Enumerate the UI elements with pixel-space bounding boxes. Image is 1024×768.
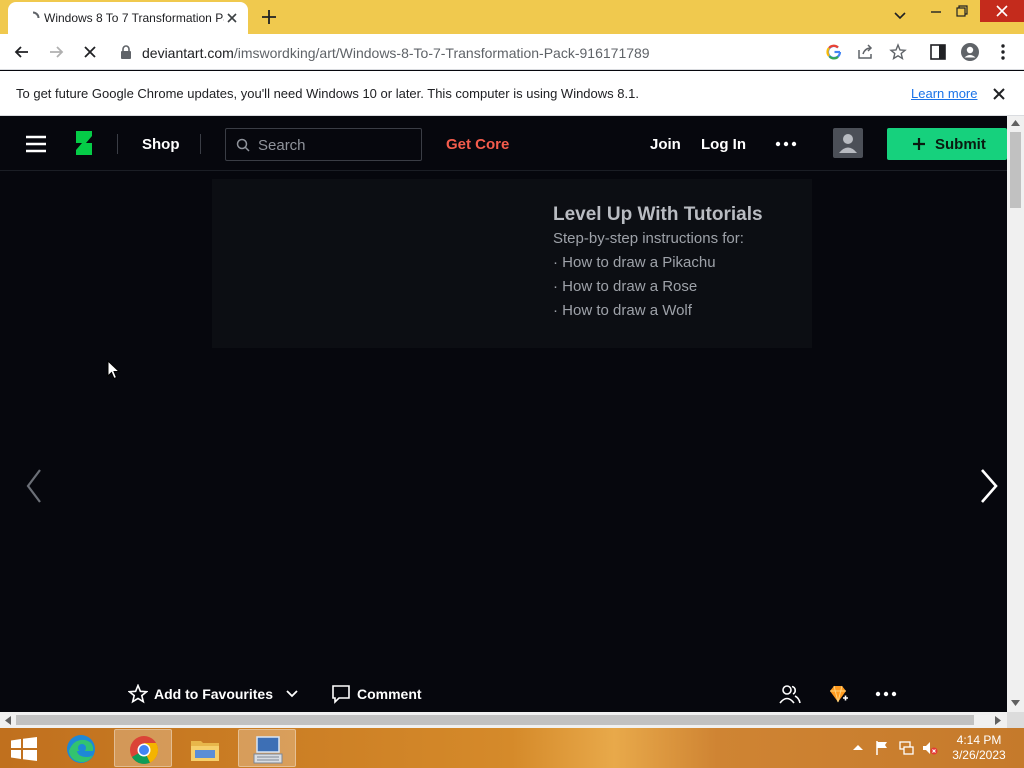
keyboard-monitor-icon bbox=[253, 736, 283, 764]
ad-title: Level Up With Tutorials bbox=[553, 204, 763, 225]
scroll-right-arrow-icon[interactable] bbox=[995, 716, 1001, 725]
chrome-browser-icon bbox=[130, 736, 158, 764]
search-icon bbox=[236, 138, 250, 152]
profile-icon[interactable] bbox=[960, 42, 980, 62]
clock-date: 3/26/2023 bbox=[952, 748, 1006, 762]
windows-start-icon[interactable] bbox=[10, 737, 38, 761]
taskbar-file-explorer[interactable] bbox=[176, 729, 234, 767]
taskbar-edge[interactable] bbox=[52, 729, 110, 767]
infobar-close-icon[interactable] bbox=[990, 85, 1008, 103]
deviantart-header: Shop Get Core Join Log In S bbox=[0, 116, 1007, 171]
system-clock[interactable]: 4:14 PM 3/26/2023 bbox=[948, 733, 1010, 763]
window-close-icon bbox=[996, 5, 1008, 17]
minimize-icon[interactable] bbox=[924, 2, 948, 22]
tab-search-chevron-icon[interactable] bbox=[888, 6, 912, 26]
ad-item-rose[interactable]: · How to draw a Rose bbox=[553, 278, 697, 295]
next-arrow-icon[interactable] bbox=[978, 468, 1000, 504]
windows-taskbar: 4:14 PM 3/26/2023 bbox=[0, 728, 1024, 768]
file-explorer-folder-icon bbox=[191, 741, 219, 761]
ad-subtitle: Step-by-step instructions for: bbox=[553, 230, 744, 247]
search-input[interactable] bbox=[258, 134, 408, 156]
nav-divider bbox=[200, 134, 201, 154]
browser-tab[interactable]: Windows 8 To 7 Transformation Pack bbox=[8, 2, 248, 34]
comment-icon[interactable] bbox=[331, 684, 351, 704]
chrome-menu-icon[interactable] bbox=[993, 42, 1013, 62]
star-icon[interactable] bbox=[128, 684, 148, 704]
url-path: /imswordking/art/Windows-8-To-7-Transfor… bbox=[233, 45, 650, 61]
lock-icon[interactable] bbox=[120, 45, 132, 59]
nav-divider bbox=[117, 134, 118, 154]
forward-arrow-icon[interactable] bbox=[46, 42, 66, 62]
da-search-box[interactable] bbox=[225, 128, 422, 161]
deviantart-logo-icon[interactable] bbox=[74, 129, 94, 157]
add-to-favourites-button[interactable]: Add to Favourites bbox=[154, 686, 273, 702]
address-bar[interactable]: deviantart.com/imswordking/art/Windows-8… bbox=[108, 37, 918, 67]
gem-icon[interactable] bbox=[827, 683, 849, 705]
more-actions-icon[interactable] bbox=[875, 683, 897, 705]
scroll-up-arrow-icon[interactable] bbox=[1011, 120, 1020, 126]
nav-shop-link[interactable]: Shop bbox=[142, 136, 180, 153]
chevron-down-icon[interactable] bbox=[285, 688, 299, 700]
side-panel-icon[interactable] bbox=[928, 42, 948, 62]
deviation-action-bar: Add to Favourites Comment bbox=[0, 676, 1007, 712]
vertical-scrollbar[interactable] bbox=[1007, 116, 1024, 712]
restore-icon[interactable] bbox=[950, 2, 974, 22]
google-g-icon[interactable] bbox=[826, 44, 842, 60]
back-arrow-icon[interactable] bbox=[12, 42, 32, 62]
submit-button[interactable]: Submit bbox=[887, 128, 1007, 160]
network-icon[interactable] bbox=[898, 740, 914, 756]
bookmark-star-icon[interactable] bbox=[889, 43, 907, 61]
window-close-button[interactable] bbox=[980, 0, 1024, 22]
taskbar-remote-desktop[interactable] bbox=[238, 729, 296, 767]
user-silhouette-icon bbox=[839, 134, 857, 153]
tab-close-icon[interactable] bbox=[224, 10, 240, 26]
edge-browser-icon bbox=[67, 735, 95, 763]
horizontal-scroll-thumb[interactable] bbox=[16, 715, 974, 725]
vertical-scroll-thumb[interactable] bbox=[1010, 132, 1021, 208]
plus-icon bbox=[913, 138, 925, 150]
tutorial-ad[interactable]: Level Up With Tutorials Step-by-step ins… bbox=[212, 179, 812, 348]
login-link[interactable]: Log In bbox=[701, 136, 746, 153]
browser-toolbar: deviantart.com/imswordking/art/Windows-8… bbox=[0, 34, 1024, 70]
mouse-cursor-icon bbox=[107, 360, 121, 380]
tab-strip: Windows 8 To 7 Transformation Pack bbox=[0, 0, 1024, 34]
clock-time: 4:14 PM bbox=[956, 733, 1002, 747]
ad-item-wolf[interactable]: · How to draw a Wolf bbox=[553, 302, 692, 319]
avatar[interactable] bbox=[833, 128, 863, 158]
ad-item-pikachu[interactable]: · How to draw a Pikachu bbox=[553, 254, 716, 271]
update-infobar: To get future Google Chrome updates, you… bbox=[0, 71, 1024, 116]
scroll-down-arrow-icon[interactable] bbox=[1011, 700, 1020, 706]
comment-button[interactable]: Comment bbox=[357, 686, 422, 702]
scroll-left-arrow-icon[interactable] bbox=[5, 716, 11, 725]
previous-arrow-icon[interactable] bbox=[24, 468, 44, 504]
url-domain: deviantart.com bbox=[142, 45, 234, 61]
taskbar-chrome[interactable] bbox=[114, 729, 172, 767]
share-icon[interactable] bbox=[857, 44, 875, 60]
submit-label: Submit bbox=[935, 136, 986, 153]
loading-spinner-icon bbox=[32, 11, 40, 19]
horizontal-scrollbar[interactable] bbox=[0, 712, 1007, 728]
hamburger-menu-icon[interactable] bbox=[25, 134, 47, 154]
stop-loading-icon[interactable] bbox=[80, 42, 100, 62]
url-text: deviantart.com/imswordking/art/Windows-8… bbox=[142, 45, 650, 61]
more-options-icon[interactable] bbox=[775, 134, 797, 154]
infobar-message: To get future Google Chrome updates, you… bbox=[16, 86, 639, 101]
scroll-corner bbox=[1007, 712, 1024, 728]
get-core-link[interactable]: Get Core bbox=[446, 136, 509, 153]
show-hidden-icons-icon[interactable] bbox=[850, 740, 866, 756]
volume-muted-icon[interactable] bbox=[922, 740, 938, 756]
learn-more-link[interactable]: Learn more bbox=[911, 86, 977, 101]
tab-title: Windows 8 To 7 Transformation Pack bbox=[44, 11, 224, 25]
action-center-flag-icon[interactable] bbox=[874, 740, 890, 756]
new-tab-icon[interactable] bbox=[258, 6, 280, 28]
watchers-icon[interactable] bbox=[779, 683, 801, 705]
join-link[interactable]: Join bbox=[650, 136, 681, 153]
page-viewport: Shop Get Core Join Log In S bbox=[0, 116, 1007, 712]
